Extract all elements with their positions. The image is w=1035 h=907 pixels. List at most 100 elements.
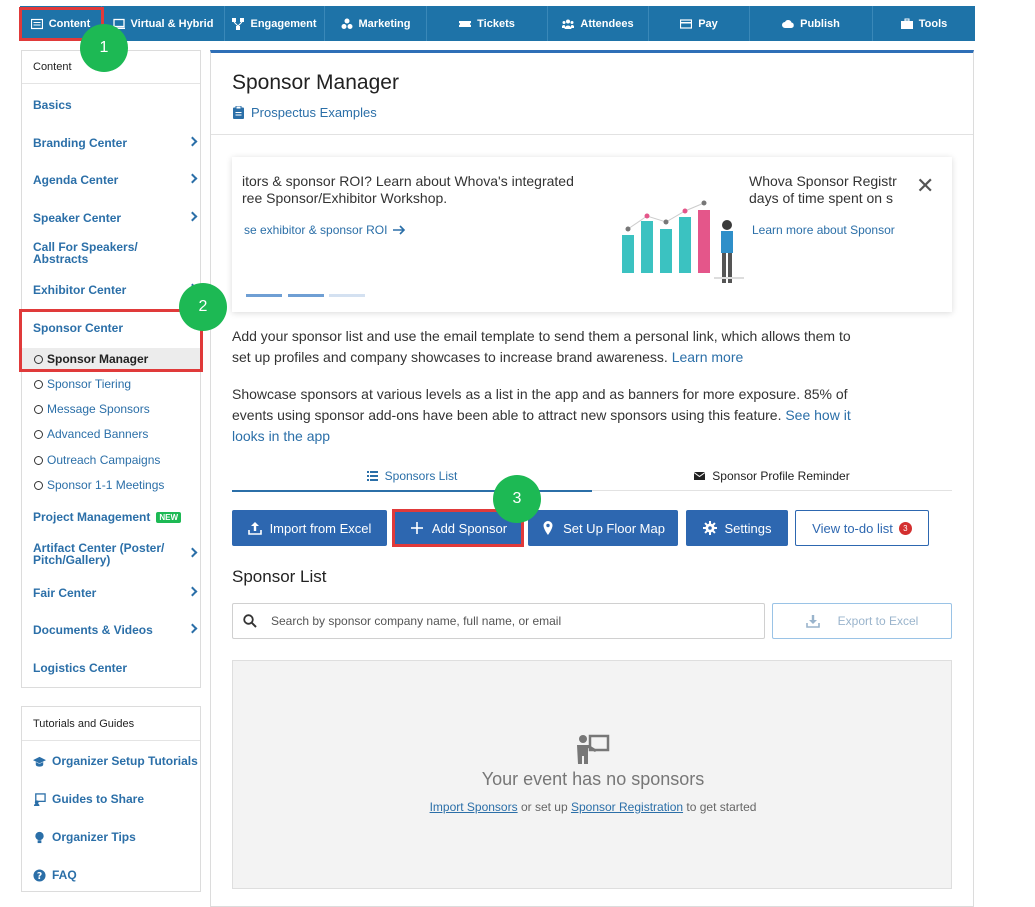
nav-tab-label: Publish — [800, 17, 840, 30]
subitem-label: Sponsor 1-1 Meetings — [47, 478, 165, 492]
marketing-icon — [341, 18, 353, 29]
radio-dot-icon — [34, 455, 43, 465]
settings-button[interactable]: Settings — [686, 510, 788, 546]
view-todo-list-button[interactable]: View to-do list 3 — [795, 510, 929, 546]
sidebar-subitem-sponsor-1-1-meetings[interactable]: Sponsor 1-1 Meetings — [34, 478, 164, 492]
empty-state-subtitle: Import Sponsors or set up Sponsor Regist… — [233, 800, 953, 814]
sidebar-subitem-sponsor-tiering[interactable]: Sponsor Tiering — [34, 377, 131, 391]
prospectus-examples-link[interactable]: Prospectus Examples — [233, 105, 377, 120]
sponsor-search — [232, 603, 765, 639]
nav-tab-label: Attendees — [580, 17, 634, 30]
nav-tab-label: Marketing — [358, 17, 411, 30]
chevron-right-icon — [187, 136, 198, 147]
carousel-left-link-label: se exhibitor & sponsor ROI — [244, 223, 388, 237]
carousel-right-text-line1: Whova Sponsor Registr — [749, 173, 897, 189]
nav-tab-marketing[interactable]: Marketing — [325, 6, 427, 41]
button-label: View to-do list — [812, 520, 893, 536]
prospectus-label: Prospectus Examples — [251, 105, 377, 120]
step-marker-2: 2 — [179, 283, 227, 331]
sidebar-subitem-message-sponsors[interactable]: Message Sponsors — [34, 402, 150, 416]
button-label: Import from Excel — [269, 520, 372, 536]
sidebar-item-branding-center[interactable]: Branding Center — [33, 136, 127, 150]
map-pin-icon — [543, 521, 553, 535]
sponsor-registration-link[interactable]: Sponsor Registration — [571, 800, 683, 814]
toolbox-icon — [900, 18, 913, 29]
sidebar-item-speaker-center[interactable]: Speaker Center — [33, 211, 121, 225]
graduation-cap-icon — [33, 756, 46, 767]
chevron-right-icon — [187, 211, 198, 222]
nav-tab-attendees[interactable]: Attendees — [548, 6, 649, 41]
presenter-icon — [577, 734, 610, 764]
carousel-right-text-line2: days of time spent on s — [749, 190, 893, 206]
lightbulb-icon — [35, 831, 44, 843]
chevron-right-icon — [187, 173, 198, 184]
nav-tab-tickets[interactable]: Tickets — [427, 6, 548, 41]
tutorial-organizer-setup[interactable]: Organizer Setup Tutorials — [33, 754, 198, 768]
gear-icon — [702, 521, 717, 535]
showcase-paragraph: Showcase sponsors at various levels as a… — [232, 384, 852, 447]
carousel-left-link[interactable]: se exhibitor & sponsor ROI — [244, 223, 406, 237]
sidebar-item-exhibitor-center[interactable]: Exhibitor Center — [33, 283, 126, 297]
import-from-excel-button[interactable]: Import from Excel — [232, 510, 387, 546]
tutorial-guides-to-share[interactable]: Guides to Share — [33, 792, 144, 806]
sidebar-subitem-outreach-campaigns[interactable]: Outreach Campaigns — [34, 453, 160, 467]
cloud-upload-icon — [782, 19, 794, 28]
sidebar-item-label: Project Management — [33, 510, 151, 524]
search-input[interactable] — [271, 614, 741, 628]
carousel-indicator[interactable] — [329, 294, 365, 297]
tutorial-organizer-tips[interactable]: Organizer Tips — [33, 830, 136, 844]
showcase-text: Showcase sponsors at various levels as a… — [232, 386, 848, 423]
tab-sponsor-profile-reminder[interactable]: Sponsor Profile Reminder — [592, 461, 952, 491]
intro-text: Add your sponsor list and use the email … — [232, 328, 851, 365]
nav-tab-label: Engagement — [250, 17, 317, 30]
nav-tab-publish[interactable]: Publish — [750, 6, 873, 41]
carousel-right-link[interactable]: Learn more about Sponsor — [752, 223, 895, 237]
tutorial-label: FAQ — [52, 868, 77, 882]
carousel-indicator[interactable] — [246, 294, 282, 297]
button-label: Set Up Floor Map — [563, 520, 665, 536]
import-sponsors-link[interactable]: Import Sponsors — [430, 800, 518, 814]
top-nav: Content Virtual & Hybrid Engagement Mark… — [20, 6, 975, 41]
users-icon — [562, 19, 575, 29]
step-marker-3: 3 — [493, 475, 541, 523]
nav-tab-label: Tickets — [477, 17, 515, 30]
empty-state-title: Your event has no sponsors — [481, 769, 705, 789]
carousel-indicator[interactable] — [288, 294, 324, 297]
arrow-right-icon — [393, 225, 406, 235]
empty-state-text: to get started — [683, 800, 757, 814]
sidebar-item-agenda-center[interactable]: Agenda Center — [33, 173, 118, 187]
set-up-floor-map-button[interactable]: Set Up Floor Map — [528, 510, 678, 546]
radio-dot-icon — [34, 404, 43, 414]
sidebar-item-fair-center[interactable]: Fair Center — [33, 586, 96, 600]
carousel-close-button[interactable]: ✕ — [916, 173, 934, 199]
nav-tab-label: Virtual & Hybrid — [130, 17, 214, 30]
chart-illustration-icon — [622, 200, 744, 283]
sidebar-item-basics[interactable]: Basics — [33, 98, 72, 112]
sidebar-item-logistics-center[interactable]: Logistics Center — [33, 661, 127, 675]
tutorial-label: Organizer Tips — [52, 830, 136, 844]
share-icon — [33, 792, 46, 806]
intro-paragraph: Add your sponsor list and use the email … — [232, 326, 852, 368]
sidebar-subitem-advanced-banners[interactable]: Advanced Banners — [34, 427, 148, 441]
subitem-label: Advanced Banners — [47, 427, 149, 441]
tutorial-faq[interactable]: ? FAQ — [33, 868, 77, 882]
nav-tab-tools[interactable]: Tools — [873, 6, 975, 41]
radio-dot-icon — [34, 429, 43, 439]
empty-state-text: or set up — [517, 800, 571, 814]
tab-label: Sponsors List — [384, 468, 458, 483]
list-icon — [366, 470, 378, 481]
chevron-right-icon — [187, 586, 198, 597]
nav-tab-engagement[interactable]: Engagement — [225, 6, 325, 41]
export-to-excel-button[interactable]: Export to Excel — [772, 603, 952, 639]
learn-more-link[interactable]: Learn more — [672, 349, 744, 365]
sidebar-item-documents-videos[interactable]: Documents & Videos — [33, 623, 153, 637]
nav-tab-pay[interactable]: Pay — [649, 6, 750, 41]
button-label: Export to Excel — [837, 614, 919, 628]
sidebar-item-project-management[interactable]: Project Management NEW — [33, 510, 182, 524]
nav-tab-label: Tools — [918, 17, 948, 30]
radio-dot-icon — [34, 480, 43, 490]
sidebar-item-artifact-center[interactable]: Artifact Center (Poster/ Pitch/Gallery) — [33, 542, 164, 566]
carousel-left-text-line2: ree Sponsor/Exhibitor Workshop. — [242, 190, 448, 206]
step-marker-1: 1 — [80, 24, 128, 72]
sidebar-item-call-for-speakers[interactable]: Call For Speakers/ Abstracts — [33, 241, 138, 265]
